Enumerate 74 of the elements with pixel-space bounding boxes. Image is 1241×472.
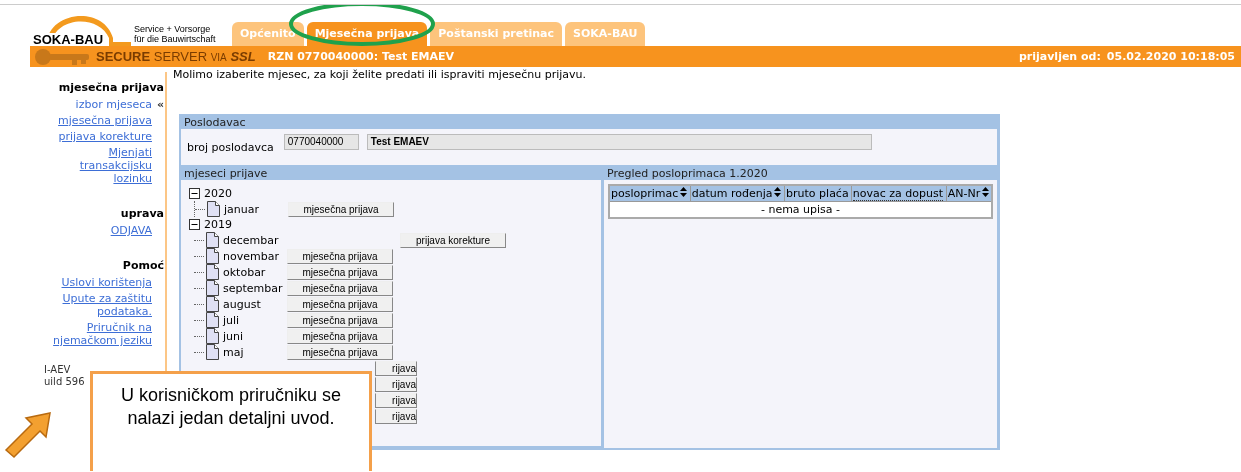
panel-header: Poslodavac [183, 116, 247, 129]
tree-month: august [223, 297, 262, 311]
report-button[interactable]: mjesečna prijava [288, 201, 394, 217]
document-icon [206, 232, 219, 248]
tree-year: 2019 [204, 218, 232, 231]
document-icon [206, 312, 219, 328]
report-button[interactable]: mjesečna prijava [287, 296, 393, 312]
document-icon [206, 328, 219, 344]
sort-icon [680, 187, 688, 197]
tree-month: novembar [223, 249, 280, 263]
callout-text: U korisničkom priručniku se nalazi jedan detaljni uvod. [119, 384, 343, 430]
document-icon [206, 344, 219, 360]
document-icon [206, 264, 219, 280]
report-button[interactable]: mjesečna prijava [287, 280, 393, 296]
sidebar-link[interactable]: ODJAVA [42, 224, 152, 237]
sidebar-link[interactable]: mjesečna prijava [42, 114, 152, 127]
empty-message: - nema upisa - [609, 201, 992, 218]
tree-month: juli [223, 313, 241, 327]
column-header[interactable]: AN-Nr [946, 185, 992, 202]
tree-month: oktobar [223, 265, 267, 279]
report-button[interactable]: rijava [375, 376, 417, 392]
employer-number-field: 0770040000 [283, 134, 359, 150]
sort-icon [774, 187, 782, 197]
version-text: uild 596 [44, 376, 85, 388]
login-label: prijavljen od: [1018, 50, 1101, 63]
column-header: bruto plaća [784, 185, 852, 202]
section-title: Pomoć [122, 259, 164, 272]
tree-month: juni [223, 329, 245, 343]
report-button[interactable]: mjesečna prijava [287, 312, 393, 328]
report-button[interactable]: mjesečna prijava [287, 344, 393, 360]
document-icon [206, 296, 219, 312]
tagline: Service + Vorsorge für die Bauwirtschaft [134, 24, 217, 44]
correction-button[interactable]: prijava korekture [400, 232, 506, 248]
collapse-icon[interactable] [189, 219, 200, 230]
section-title: uprava [120, 207, 164, 220]
sidebar-link[interactable]: Priručnik na njemačkom jeziku [42, 321, 152, 347]
report-button[interactable]: rijava [375, 360, 417, 376]
secure-server-label: SECURE SERVER VIA SSL [96, 49, 256, 64]
column-header[interactable]: novac za dopust [851, 185, 947, 202]
document-icon [206, 280, 219, 296]
tree-year: 2020 [204, 187, 232, 200]
section-title: mjesečna prijava [58, 81, 164, 94]
sidebar-link[interactable]: Uslovi korištenja [42, 276, 152, 289]
document-icon [207, 201, 220, 217]
sort-icon [982, 187, 990, 197]
column-header[interactable]: datum rođenja [690, 185, 785, 202]
report-button[interactable]: mjesečna prijava [287, 328, 393, 344]
tree-month: maj [223, 345, 245, 359]
employer-name-field: Test EMAEV [366, 134, 872, 150]
report-button[interactable]: rijava [375, 392, 417, 408]
sidebar-link[interactable]: prijava korekture [42, 130, 152, 143]
account-label: RZN 0770040000: Test EMAEV [267, 50, 455, 63]
tree-month: januar [224, 202, 260, 216]
logo-text: SOKA-BAU [33, 33, 105, 46]
tree-month: septembar [223, 281, 284, 295]
sidebar-link[interactable]: izbor mjeseca [42, 98, 152, 111]
panel-header: mjeseci prijave [183, 167, 269, 180]
panel-header: Pregled posloprimaca 1.2020 [606, 167, 769, 180]
tree-month: decembar [223, 233, 280, 247]
selected-marker: « [156, 98, 164, 111]
column-header[interactable]: posloprimac [609, 185, 691, 202]
field-label: broj poslodavca [187, 140, 274, 154]
document-icon [206, 248, 219, 264]
key-icon [32, 46, 92, 67]
report-button[interactable]: mjesečna prijava [287, 248, 393, 264]
collapse-icon[interactable] [189, 188, 200, 199]
sidebar-link[interactable]: Mjenjati transakcijsku lozinku [42, 146, 152, 185]
arrow-icon [4, 410, 54, 460]
intro-text: Molimo izaberite mjesec, za koji želite predati ili ispraviti mjesečnu prijavu. [173, 68, 587, 83]
version-text: I-AEV [44, 364, 72, 376]
login-time: 05.02.2020 10:18:05 [1106, 50, 1235, 63]
report-button[interactable]: rijava [375, 408, 417, 424]
report-button[interactable]: mjesečna prijava [287, 264, 393, 280]
sidebar-link[interactable]: Upute za zaštitu podataka. [42, 292, 152, 318]
